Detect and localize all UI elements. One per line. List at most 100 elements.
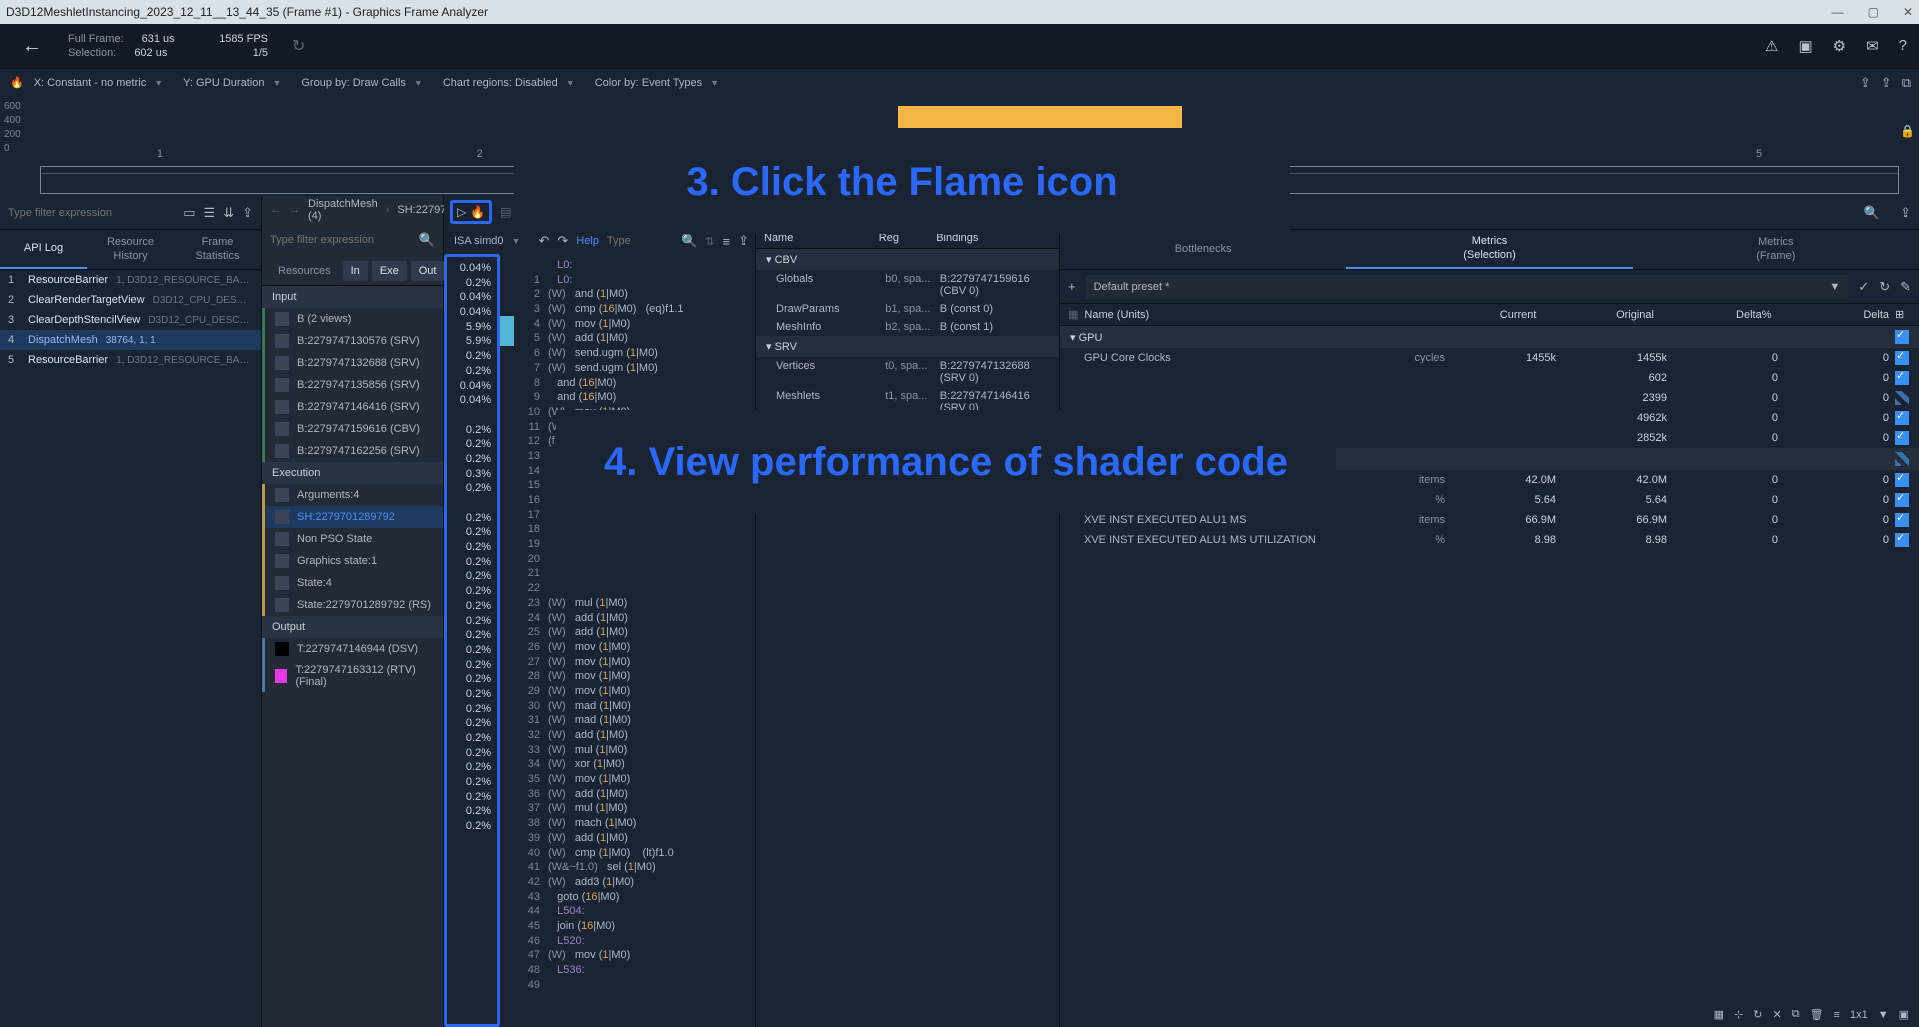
- metric-group[interactable]: ▾ GPU: [1060, 326, 1919, 348]
- close-icon[interactable]: ✕: [1903, 5, 1913, 19]
- resource-item[interactable]: Non PSO State: [262, 528, 443, 550]
- export-icon[interactable]: ⇪: [1860, 75, 1871, 91]
- layout-icon[interactable]: ▣: [1899, 1008, 1909, 1021]
- subtab-out[interactable]: Out: [411, 261, 445, 281]
- subtab-exe[interactable]: Exe: [372, 261, 407, 281]
- back-icon[interactable]: ←: [12, 35, 52, 58]
- metric-row[interactable]: 2852k00: [1060, 428, 1919, 448]
- bc-back-icon[interactable]: ←: [270, 204, 281, 216]
- resource-item[interactable]: B (2 views): [262, 308, 443, 330]
- x-axis-dropdown[interactable]: X: Constant - no metric▼: [30, 75, 173, 91]
- binding-row[interactable]: DrawParamsb1, spa...B (const 0): [756, 300, 1059, 318]
- close-icon[interactable]: ✕: [1772, 1008, 1781, 1021]
- timeline-chart[interactable]: 6004002000 125 🔒: [0, 96, 1919, 196]
- share-icon[interactable]: ⧉: [1902, 75, 1911, 91]
- resource-item[interactable]: Graphics state:1: [262, 550, 443, 572]
- color-dropdown[interactable]: Color by: Event Types▼: [591, 75, 729, 91]
- selected-bar[interactable]: [898, 106, 1182, 128]
- duration-dropdown[interactable]: Duration▼: [520, 203, 596, 221]
- api-call-row[interactable]: 3ClearDepthStencilViewD3D12_CPU_DESCRIPT…: [0, 310, 261, 330]
- trash-icon[interactable]: 🗑: [1810, 1008, 1824, 1021]
- resource-item[interactable]: B:2279747162256 (SRV): [262, 440, 443, 462]
- scrub-bar[interactable]: [40, 166, 1899, 194]
- lock-icon[interactable]: 🔒: [1900, 124, 1915, 138]
- help-link[interactable]: Help: [576, 235, 599, 247]
- maximize-icon[interactable]: ▢: [1868, 5, 1879, 19]
- tab-metrics-selection[interactable]: Metrics(Selection): [1346, 230, 1632, 269]
- add-preset-icon[interactable]: +: [1068, 279, 1076, 294]
- metric-group[interactable]: ▾ VectorEngine: [1060, 448, 1919, 470]
- export2-icon[interactable]: ⇪: [1881, 75, 1892, 91]
- warning-icon[interactable]: ⚠: [1765, 37, 1778, 55]
- api-call-row[interactable]: 2ClearRenderTargetViewD3D12_CPU_DESCRIPT…: [0, 290, 261, 310]
- api-filter-input[interactable]: [8, 207, 175, 219]
- undo-icon[interactable]: ↶: [538, 233, 549, 249]
- preset-dropdown[interactable]: Default preset *▼: [1086, 275, 1849, 299]
- fx-label[interactable]: fx: [1042, 205, 1051, 219]
- resource-item[interactable]: T:2279747146944 (DSV): [262, 638, 443, 660]
- handle-icon[interactable]: ⊹: [1734, 1008, 1743, 1021]
- grid-icon[interactable]: ▦: [1068, 308, 1078, 321]
- tree-icon[interactable]: ☰: [204, 205, 216, 221]
- y-axis-dropdown[interactable]: Y: GPU Duration▼: [179, 75, 291, 91]
- flame-icon[interactable]: 🔥: [470, 205, 485, 219]
- subtab-resources[interactable]: Resources: [270, 261, 339, 281]
- binding-row[interactable]: MeshInfob2, spa...B (const 1): [756, 318, 1059, 336]
- collapse-icon[interactable]: ⇊: [223, 205, 234, 221]
- binding-row[interactable]: Meshletst1, spa...B:2279747146416 (SRV 0…: [756, 387, 1059, 417]
- refresh-icon[interactable]: ↻: [1753, 1008, 1762, 1021]
- chart-regions-dropdown[interactable]: Chart regions: Disabled▼: [439, 75, 585, 91]
- help-icon[interactable]: ?: [1899, 37, 1907, 55]
- search-icon[interactable]: 🔍: [1864, 205, 1880, 221]
- wrap-icon[interactable]: ≡: [723, 234, 731, 249]
- minimize-icon[interactable]: —: [1832, 5, 1844, 19]
- export-icon[interactable]: ⇪: [242, 205, 253, 221]
- refresh-icon[interactable]: ↻: [284, 36, 313, 56]
- binding-group[interactable]: ▾ SRV: [756, 336, 1059, 357]
- resource-item[interactable]: T:2279747163312 (RTV) (Final): [262, 660, 443, 692]
- grid-icon[interactable]: ▦: [1714, 1008, 1724, 1021]
- panel-icon[interactable]: ▣: [1798, 37, 1812, 55]
- refresh-icon[interactable]: ↻: [1879, 279, 1890, 295]
- tab-resource-history[interactable]: ResourceHistory: [87, 230, 174, 269]
- bc-dispatch[interactable]: DispatchMesh (4): [308, 198, 378, 222]
- resource-item[interactable]: B:2279747130576 (SRV): [262, 330, 443, 352]
- resource-item[interactable]: B:2279747159616 (CBV): [262, 418, 443, 440]
- doc-icon[interactable]: ▤: [500, 205, 511, 219]
- binding-row[interactable]: Globalsb0, spa...B:2279747159616 (CBV 0): [756, 270, 1059, 300]
- metric-row[interactable]: 60200: [1060, 368, 1919, 388]
- export-icon[interactable]: ⇪: [738, 233, 749, 249]
- api-call-row[interactable]: 1ResourceBarrier1, D3D12_RESOURCE_BARRIE…: [0, 270, 261, 290]
- group-dropdown[interactable]: Group by: Draw Calls▼: [297, 75, 432, 91]
- resource-item[interactable]: SH:2279701289792: [262, 506, 443, 528]
- tab-metrics-frame[interactable]: Metrics(Frame): [1633, 230, 1919, 269]
- metric-row[interactable]: XVE INST EXECUTED ALU0 MSitems42.0M42.0M…: [1060, 470, 1919, 490]
- resource-item[interactable]: Arguments:4: [262, 484, 443, 506]
- metric-row[interactable]: XVE INST EXECUTED ALU1 MSitems66.9M66.9M…: [1060, 510, 1919, 530]
- metric-row[interactable]: XVE INST EXECUTED ALU0 MS UTILIZATION%5.…: [1060, 490, 1919, 510]
- shader-search-input[interactable]: [607, 235, 673, 247]
- flame-icon[interactable]: 🔥: [10, 76, 24, 89]
- check-icon[interactable]: ✓: [1858, 279, 1869, 295]
- folder-icon[interactable]: ▭: [183, 205, 195, 221]
- mesh-dropdown[interactable]: Mesh [0x52444853000000002]▼: [764, 203, 1034, 221]
- copy-icon[interactable]: ⧉: [1792, 1008, 1800, 1021]
- tab-frame-statistics[interactable]: FrameStatistics: [174, 230, 261, 269]
- redo-icon[interactable]: ↷: [557, 233, 568, 249]
- search-icon[interactable]: 🔍: [419, 232, 435, 248]
- metric-row[interactable]: 4962k00: [1060, 408, 1919, 428]
- subtab-in[interactable]: In: [343, 261, 368, 281]
- resource-filter-input[interactable]: [270, 234, 413, 246]
- resource-item[interactable]: B:2279747146416 (SRV): [262, 396, 443, 418]
- export-icon[interactable]: ⇪: [1900, 205, 1911, 221]
- list-icon[interactable]: ≡: [1834, 1009, 1840, 1021]
- metric-row[interactable]: 239900: [1060, 388, 1919, 408]
- scale-label[interactable]: 1x1: [1850, 1009, 1868, 1021]
- metric-row[interactable]: GPU Core Clockscycles1455k1455k00: [1060, 348, 1919, 368]
- tab-api-log[interactable]: API Log: [0, 230, 87, 269]
- resource-item[interactable]: B:2279747132688 (SRV): [262, 352, 443, 374]
- api-call-row[interactable]: 5ResourceBarrier1, D3D12_RESOURCE_BARRIE…: [0, 350, 261, 370]
- binding-group[interactable]: ▾ CBV: [756, 249, 1059, 270]
- resource-item[interactable]: State:4: [262, 572, 443, 594]
- mail-icon[interactable]: ✉: [1866, 37, 1879, 55]
